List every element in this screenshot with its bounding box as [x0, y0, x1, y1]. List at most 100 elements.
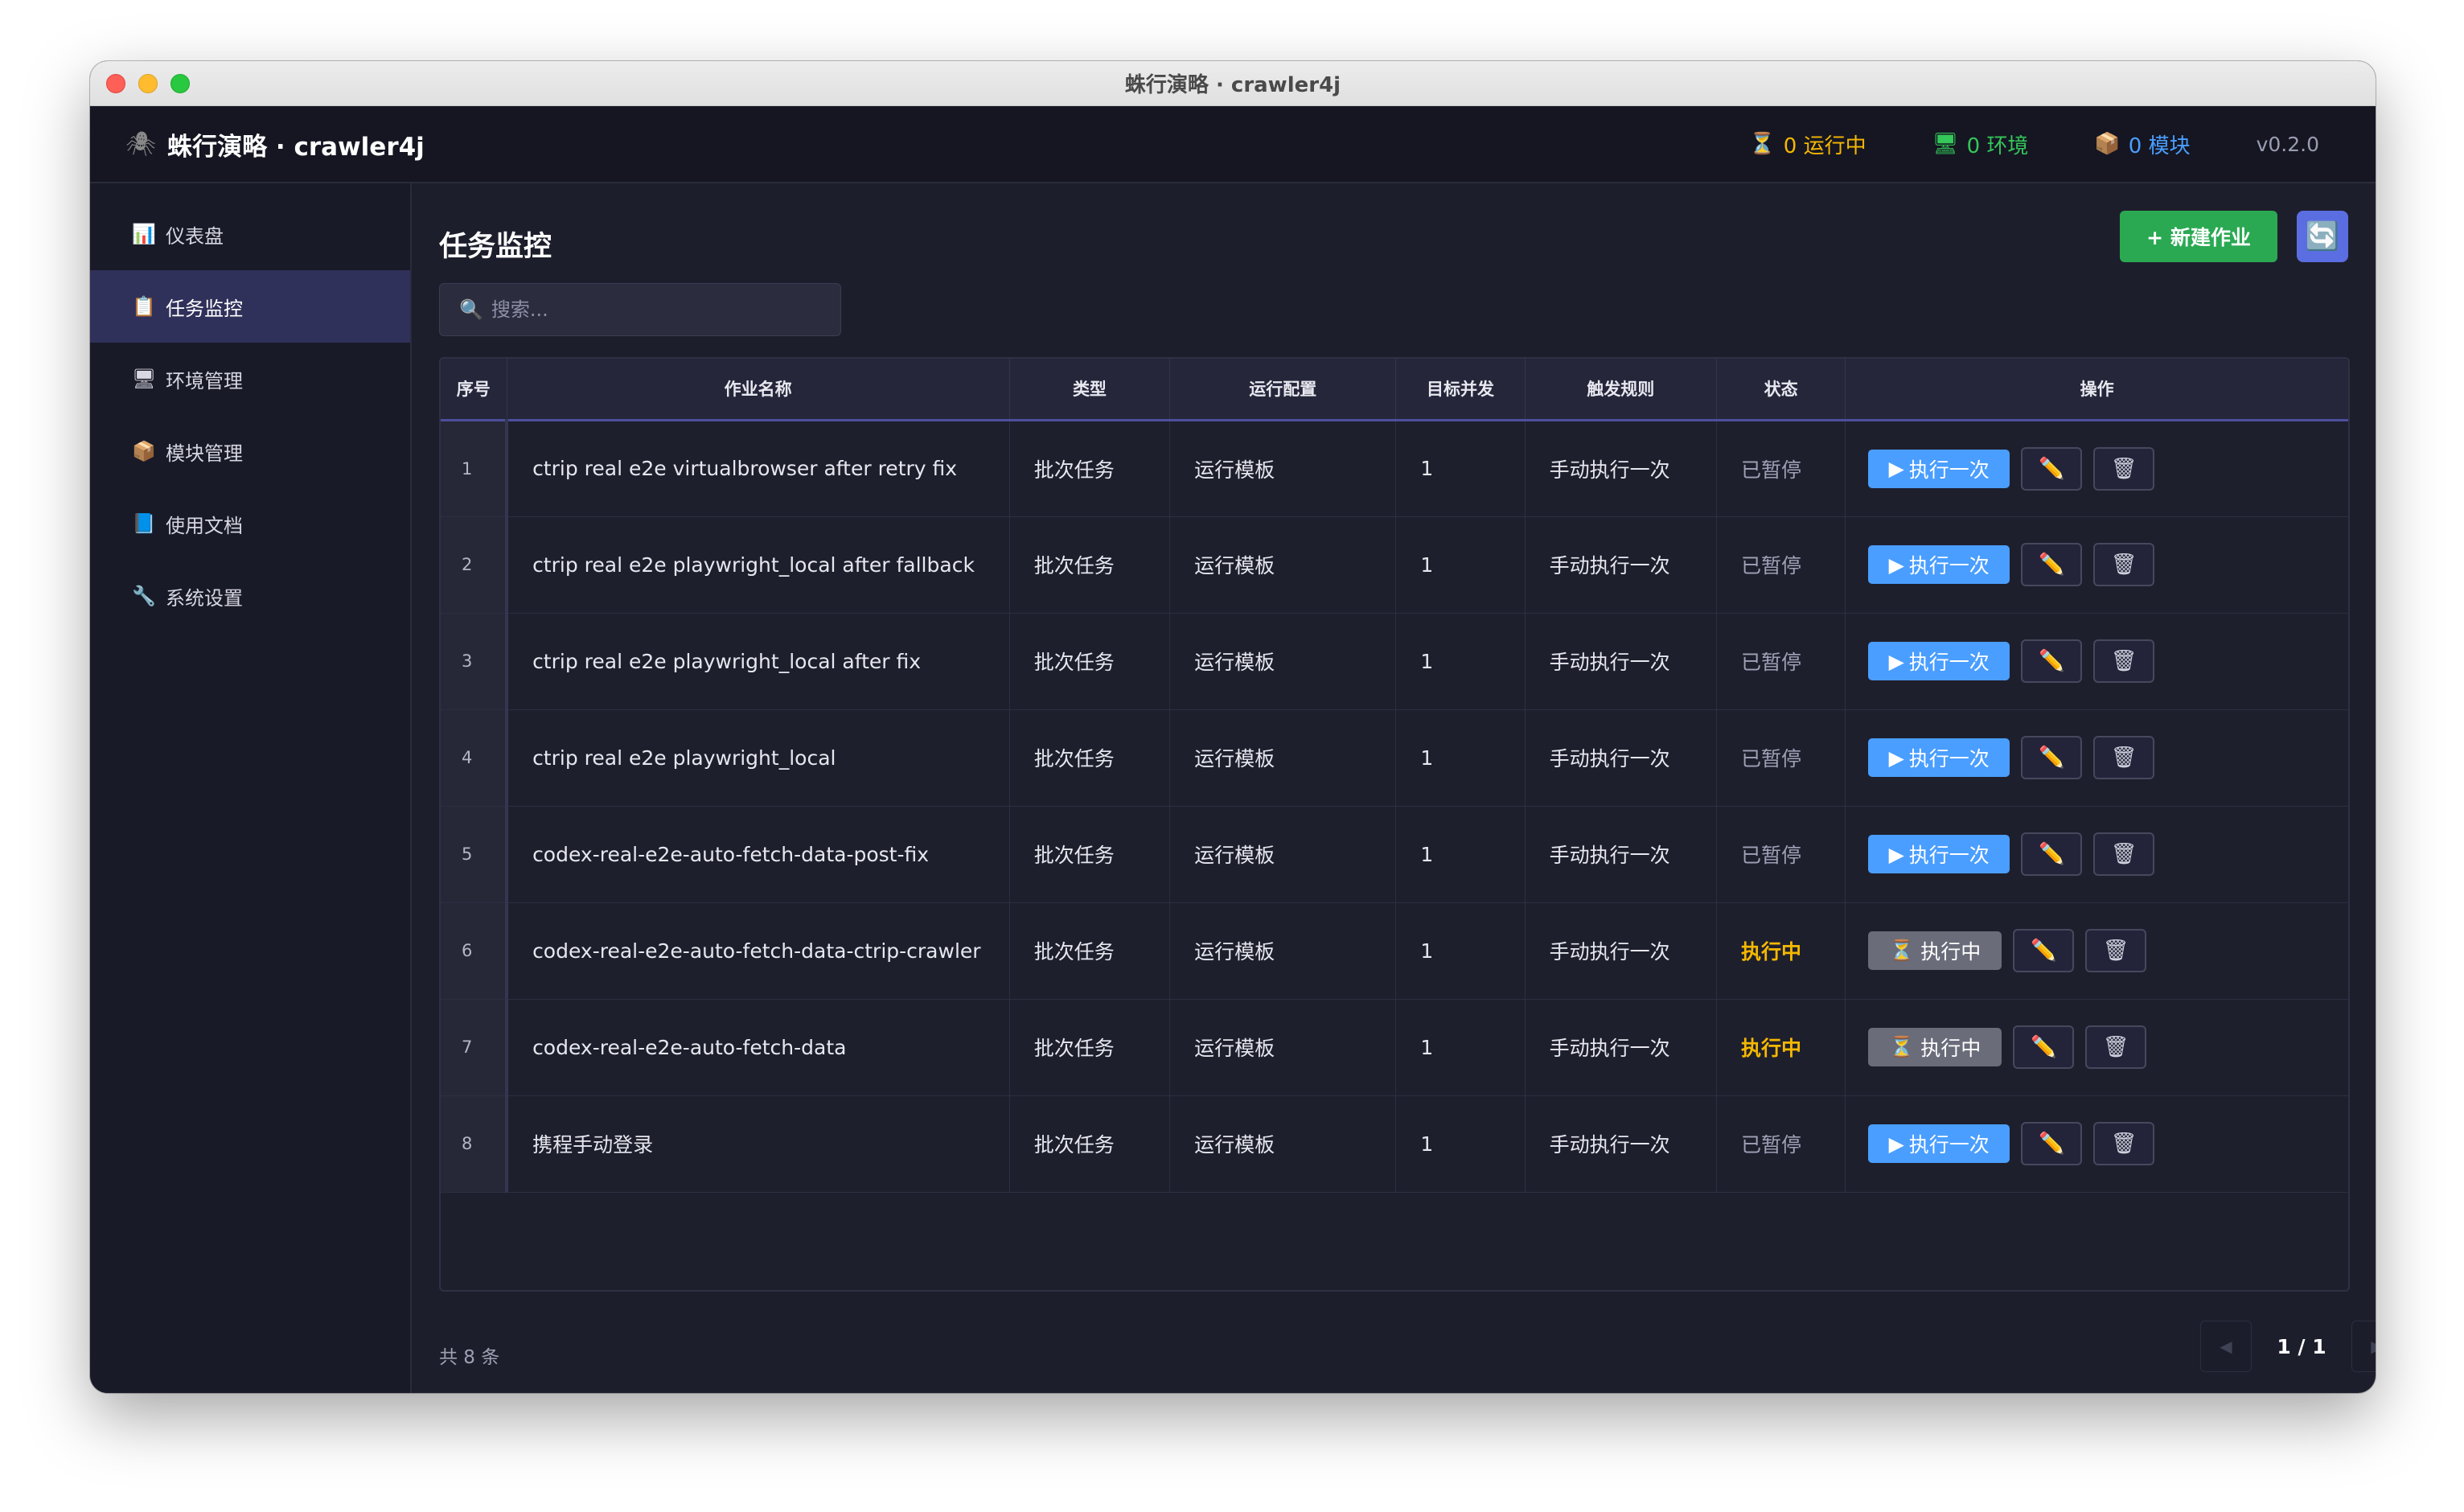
close-window-button[interactable]	[106, 74, 125, 93]
run-once-button[interactable]: ▶ 执行一次	[1868, 642, 2010, 680]
pencil-icon: ✏️	[2031, 939, 2057, 963]
job-type: 批次任务	[1009, 806, 1171, 902]
play-icon: ▶	[1888, 457, 1904, 480]
edit-button[interactable]: ✏️	[2021, 736, 2083, 779]
trash-icon: 🗑	[2102, 939, 2129, 963]
run-config: 运行模板	[1169, 1095, 1397, 1192]
book-icon: 📘	[132, 512, 156, 535]
pencil-icon: ✏️	[2039, 746, 2065, 770]
app-window: 蛛行演略 · crawler4j 🕷 蛛行演略 · crawler4j ⏳ 0 …	[90, 61, 2376, 1393]
actions-cell: ▶ 执行一次 ✏️ 🗑	[1846, 806, 2348, 902]
actions-cell: ▶ 执行一次 ✏️ 🗑	[1846, 709, 2348, 806]
edit-button[interactable]: ✏️	[2021, 1122, 2083, 1165]
job-type: 批次任务	[1009, 999, 1171, 1095]
status-cell: 执行中	[1716, 902, 1846, 999]
job-name: ctrip real e2e virtualbrowser after retr…	[507, 420, 1010, 516]
pencil-icon: ✏️	[2039, 456, 2065, 481]
module-count[interactable]: 📦 0 模块	[2094, 129, 2190, 159]
row-actions: ▶ 执行一次 ✏️ 🗑	[1846, 639, 2348, 683]
prev-page-button[interactable]: ◀	[2200, 1321, 2252, 1372]
trigger-rule: 手动执行一次	[1525, 806, 1717, 902]
minimize-window-button[interactable]	[138, 74, 158, 93]
sidebar-item-wrench[interactable]: 🔧 系统设置	[90, 560, 410, 632]
pencil-icon: ✏️	[2039, 842, 2065, 866]
run-once-button[interactable]: ▶ 执行一次	[1868, 835, 2010, 873]
delete-button[interactable]: 🗑	[2093, 639, 2155, 683]
status-cell: 已暂停	[1716, 516, 1846, 613]
job-name: codex-real-e2e-auto-fetch-data-ctrip-cra…	[507, 902, 1010, 999]
trash-icon: 🗑	[2110, 649, 2138, 673]
env-count[interactable]: 🖥 0 环境	[1932, 129, 2029, 159]
job-type: 批次任务	[1009, 516, 1171, 613]
row-actions: ▶ 执行一次 ✏️ 🗑	[1846, 736, 2348, 779]
edit-button[interactable]: ✏️	[2021, 639, 2083, 683]
sidebar-item-label: 模块管理	[166, 442, 243, 465]
table-row: 6 codex-real-e2e-auto-fetch-data-ctrip-cr…	[441, 902, 2348, 999]
row-index: 2	[441, 516, 509, 613]
app-header: 🕷 蛛行演略 · crawler4j ⏳ 0 运行中 🖥 0 环境 📦 0 模块…	[90, 106, 2376, 183]
running-count[interactable]: ⏳ 0 运行中	[1749, 129, 1866, 159]
sidebar-item-label: 环境管理	[166, 369, 243, 392]
search-input[interactable]	[491, 298, 829, 321]
status-cell: 已暂停	[1716, 1095, 1846, 1192]
play-icon: ▶	[1888, 649, 1904, 673]
edit-button[interactable]: ✏️	[2013, 929, 2075, 972]
hourglass-icon: ⏳	[1889, 939, 1915, 962]
edit-button[interactable]: ✏️	[2021, 543, 2083, 586]
delete-button[interactable]: 🗑	[2093, 543, 2155, 586]
maximize-window-button[interactable]	[170, 74, 190, 93]
run-once-label: 执行一次	[1908, 747, 1990, 770]
trash-icon: 🗑	[2102, 1035, 2129, 1059]
table-row: 2 ctrip real e2e playwright_local after f…	[441, 516, 2348, 613]
sidebar-item-package[interactable]: 📦 模块管理	[90, 415, 410, 487]
column-header: 目标并发	[1395, 359, 1526, 420]
sidebar-item-label: 系统设置	[166, 586, 243, 610]
delete-button[interactable]: 🗑	[2085, 1025, 2147, 1069]
sidebar-item-monitor[interactable]: 🖥 环境管理	[90, 343, 410, 415]
package-icon: 📦	[132, 440, 156, 462]
trash-icon: 🗑	[2110, 1132, 2138, 1156]
window-controls	[106, 74, 190, 93]
sidebar-item-chart[interactable]: 📊 仪表盘	[90, 198, 410, 270]
new-job-button[interactable]: + 新建作业	[2120, 211, 2277, 262]
trigger-rule: 手动执行一次	[1525, 613, 1717, 709]
refresh-button[interactable]: 🔄	[2297, 211, 2348, 262]
package-icon: 📦	[2094, 132, 2121, 156]
job-type: 批次任务	[1009, 902, 1171, 999]
brand-name: 蛛行演略 · crawler4j	[167, 132, 425, 162]
sidebar-item-book[interactable]: 📘 使用文档	[90, 487, 410, 560]
delete-button[interactable]: 🗑	[2093, 1122, 2155, 1165]
row-index: 3	[441, 613, 509, 709]
row-index: 4	[441, 709, 509, 806]
actions-cell: ▶ 执行一次 ✏️ 🗑	[1846, 1095, 2348, 1192]
row-actions: ▶ 执行一次 ✏️ 🗑	[1846, 1122, 2348, 1165]
status-badge: 已暂停	[1740, 747, 1801, 770]
trigger-rule: 手动执行一次	[1525, 709, 1717, 806]
run-once-button[interactable]: ▶ 执行一次	[1868, 449, 2010, 488]
sidebar-item-clipboard[interactable]: 📋 任务监控	[90, 270, 410, 343]
actions-cell: ▶ 执行一次 ✏️ 🗑	[1846, 613, 2348, 709]
running-button[interactable]: ⏳ 执行中	[1868, 931, 2002, 970]
edit-button[interactable]: ✏️	[2021, 832, 2083, 876]
header-stats: ⏳ 0 运行中 🖥 0 环境 📦 0 模块 v0.2.0	[1749, 129, 2319, 159]
delete-button[interactable]: 🗑	[2093, 446, 2155, 491]
delete-button[interactable]: 🗑	[2093, 832, 2155, 876]
edit-button[interactable]: ✏️	[2021, 446, 2083, 491]
spider-icon: 🕷	[125, 129, 157, 158]
run-once-button[interactable]: ▶ 执行一次	[1868, 1124, 2010, 1163]
run-once-button[interactable]: ▶ 执行一次	[1868, 738, 2010, 777]
search-box[interactable]: 🔍	[439, 283, 841, 336]
status-badge: 已暂停	[1740, 458, 1801, 482]
delete-button[interactable]: 🗑	[2085, 929, 2147, 972]
next-page-button[interactable]: ▶	[2351, 1321, 2376, 1372]
column-header: 类型	[1009, 359, 1171, 420]
edit-button[interactable]: ✏️	[2013, 1025, 2075, 1069]
status-cell: 已暂停	[1716, 420, 1846, 516]
delete-button[interactable]: 🗑	[2093, 736, 2155, 779]
chevron-right-icon: ▶	[2371, 1337, 2376, 1356]
running-button[interactable]: ⏳ 执行中	[1868, 1028, 2002, 1066]
target-concurrency: 1	[1395, 999, 1526, 1095]
status-cell: 已暂停	[1716, 613, 1846, 709]
run-once-button[interactable]: ▶ 执行一次	[1868, 545, 2010, 584]
column-header: 序号	[441, 359, 507, 420]
